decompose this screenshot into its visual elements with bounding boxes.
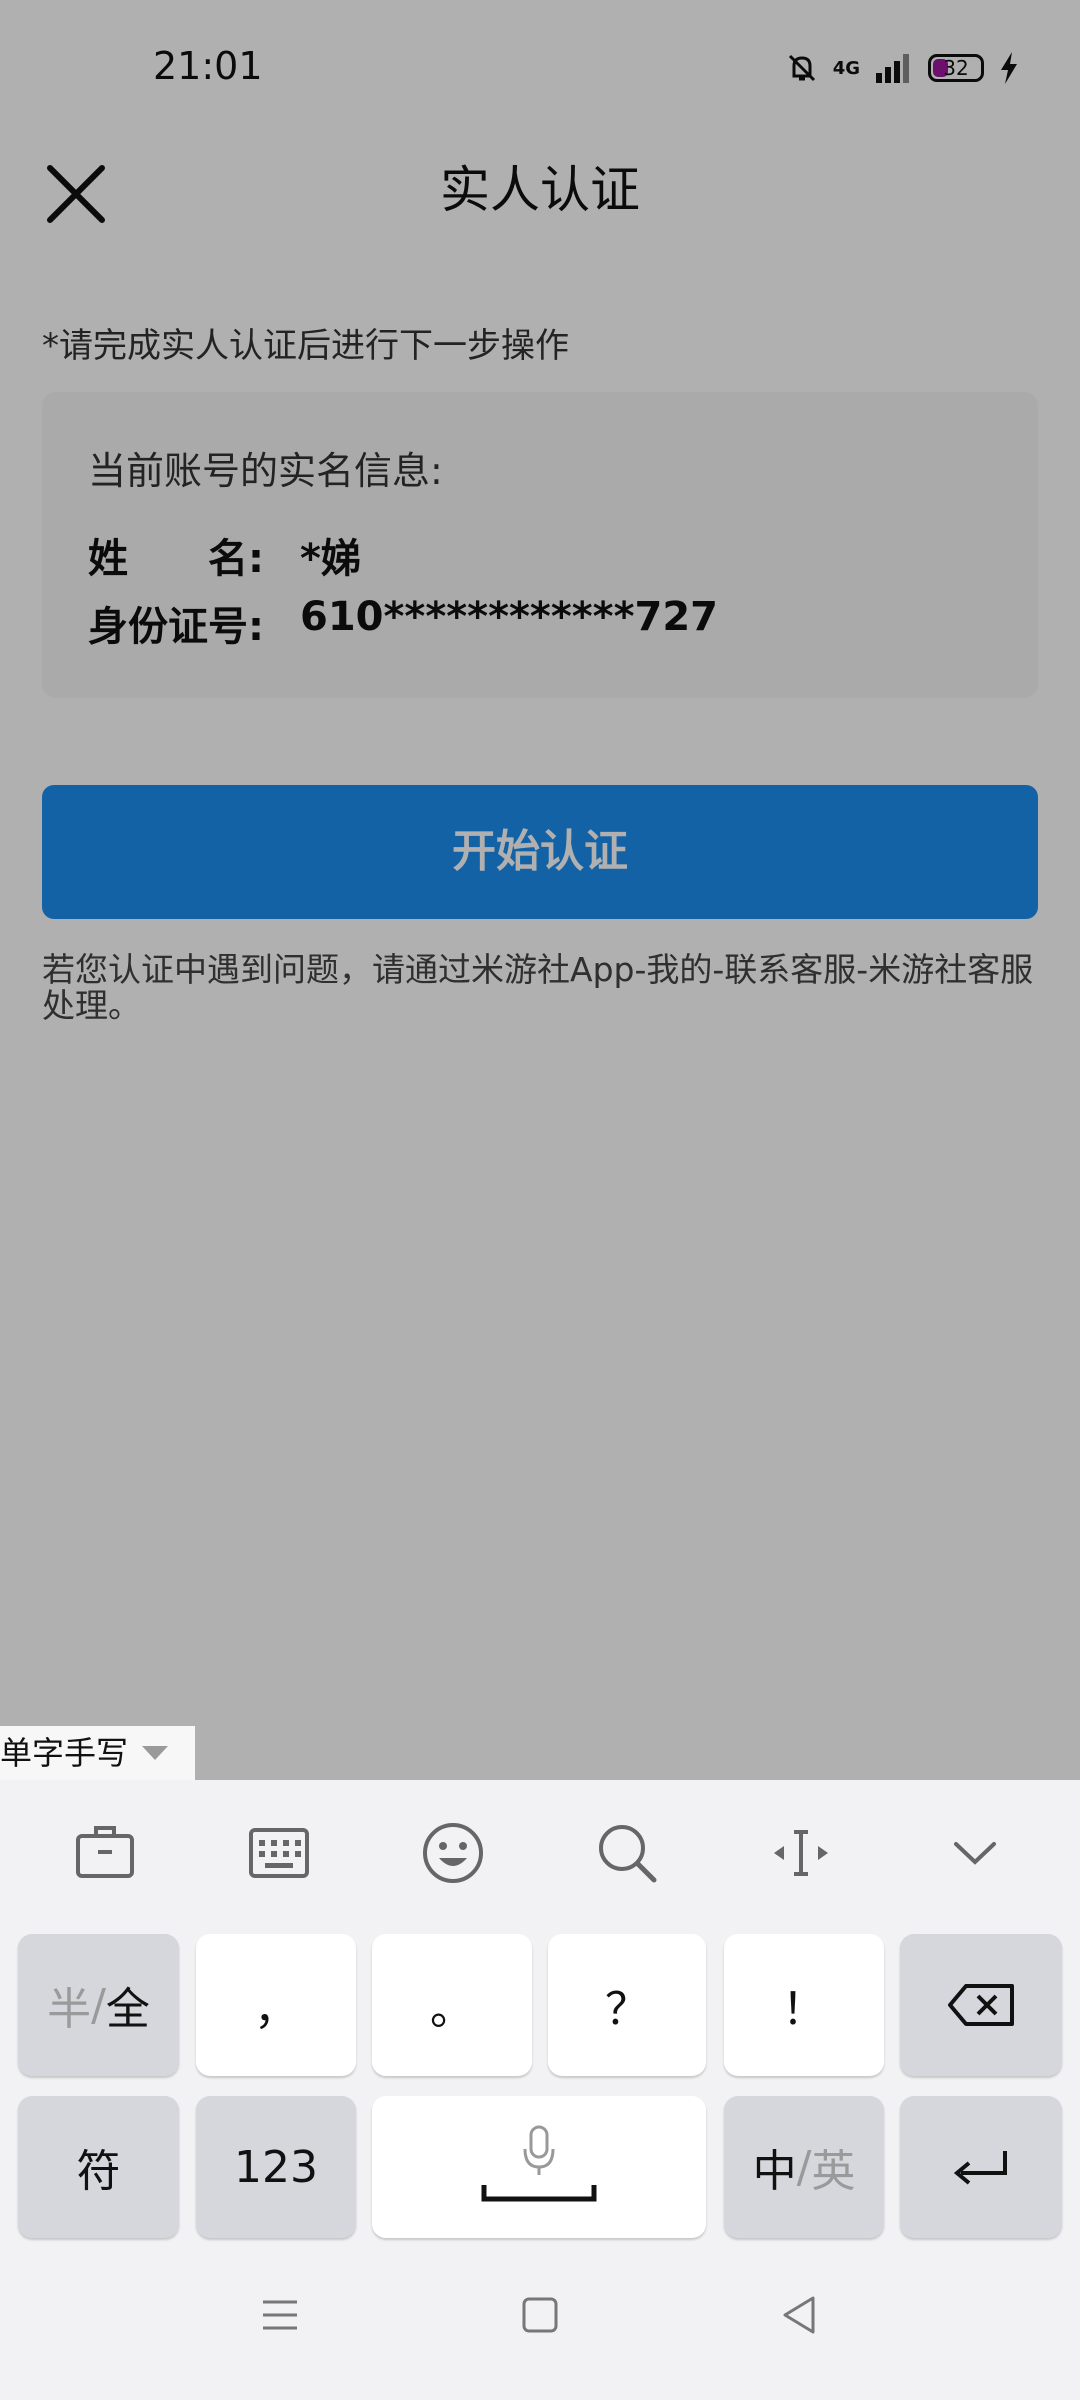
hint-text: *请完成实人认证后进行下一步操作 <box>42 326 569 366</box>
identity-info-card: 当前账号的实名信息: 姓 名: *娣 身份证号: 610************… <box>42 392 1038 698</box>
backspace-key[interactable] <box>900 1934 1062 2076</box>
id-number-value: 610************727 <box>300 594 719 640</box>
cursor-move-icon[interactable] <box>768 1820 834 1886</box>
id-number-row: 身份证号: 610************727 <box>88 594 718 652</box>
status-bar: 21:01 4G 32 <box>0 0 1080 130</box>
keyboard-toolbar <box>0 1780 1080 1920</box>
question-mark-key[interactable]: ？ <box>548 1934 706 2076</box>
space-voice-key[interactable] <box>372 2096 706 2238</box>
exclamation-key[interactable]: ！ <box>724 1934 884 2076</box>
half-full-width-key[interactable]: 半 / 全 <box>18 1934 179 2076</box>
home-icon[interactable] <box>515 2290 565 2340</box>
menu-icon[interactable] <box>255 2290 305 2340</box>
charging-icon <box>1001 52 1017 84</box>
handwriting-mode-selector[interactable]: 单字手写 <box>0 1726 195 1780</box>
info-heading: 当前账号的实名信息: <box>88 449 443 493</box>
microphone-space-icon <box>481 2125 597 2202</box>
emoji-icon[interactable] <box>420 1820 486 1886</box>
collapse-keyboard-icon[interactable] <box>942 1820 1008 1886</box>
dropdown-triangle-icon <box>142 1746 169 1760</box>
search-icon[interactable] <box>594 1820 660 1886</box>
numbers-key[interactable]: 123 <box>196 2096 356 2238</box>
period-key[interactable]: 。 <box>372 1934 532 2076</box>
help-text: 若您认证中遇到问题，请通过米游社App-我的-联系客服-米游社客服 处理。 <box>42 950 1034 1025</box>
mute-bell-icon <box>788 54 815 82</box>
status-time: 21:01 <box>153 44 263 88</box>
battery-level: 32 <box>943 56 969 80</box>
status-icons: 4G 32 <box>785 48 1020 88</box>
battery-icon: 32 <box>928 54 984 82</box>
enter-key[interactable] <box>900 2096 1062 2238</box>
start-verification-button[interactable]: 开始认证 <box>42 785 1038 919</box>
system-navigation-bar <box>0 2240 1080 2400</box>
back-icon[interactable] <box>775 2290 825 2340</box>
verification-page: 21:01 4G 32 实人认证 *请完成实人认证后进行下一步操作 当前账号的实… <box>0 0 1080 1780</box>
symbols-key[interactable]: 符 <box>18 2096 179 2238</box>
keyboard-layout-icon[interactable] <box>246 1820 312 1886</box>
name-label: 姓 名: <box>88 536 264 582</box>
name-row: 姓 名: *娣 <box>88 526 361 584</box>
enter-icon <box>953 2151 1007 2185</box>
chinese-english-toggle-key[interactable]: 中 / 英 <box>724 2096 884 2238</box>
clipboard-icon[interactable] <box>72 1820 138 1886</box>
id-number-label: 身份证号: <box>88 604 264 650</box>
network-type: 4G <box>832 57 860 79</box>
page-title: 实人认证 <box>440 161 640 219</box>
comma-key[interactable]: ， <box>196 1934 356 2076</box>
handwriting-mode-label: 单字手写 <box>0 1734 129 1772</box>
signal-icon <box>876 54 909 83</box>
name-value: *娣 <box>300 536 361 582</box>
backspace-icon <box>948 1984 1014 2026</box>
